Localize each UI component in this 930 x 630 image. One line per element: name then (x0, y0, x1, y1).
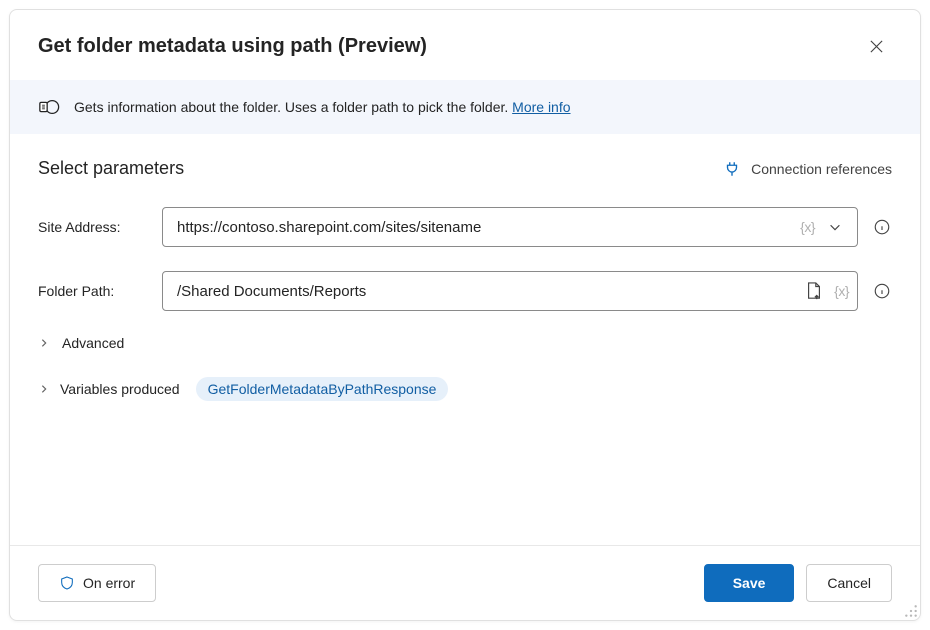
info-banner: Gets information about the folder. Uses … (10, 80, 920, 134)
on-error-button[interactable]: On error (38, 564, 156, 602)
folder-path-input[interactable] (175, 282, 794, 301)
variable-token-hint[interactable]: {x} (800, 219, 815, 235)
dialog-title: Get folder metadata using path (Preview) (38, 35, 427, 58)
info-icon (873, 218, 891, 236)
variables-produced-toggle[interactable]: Variables produced GetFolderMetadataByPa… (38, 377, 892, 401)
save-button[interactable]: Save (704, 564, 795, 602)
section-title: Select parameters (38, 158, 184, 179)
connector-icon (38, 96, 60, 118)
site-address-row: Site Address: {x} (38, 207, 892, 247)
cancel-button[interactable]: Cancel (806, 564, 892, 602)
chevron-right-icon (38, 337, 50, 349)
folder-path-label: Folder Path: (38, 283, 148, 299)
dialog-header: Get folder metadata using path (Preview) (10, 10, 920, 80)
file-browse-icon (805, 281, 823, 301)
folder-picker-button[interactable] (800, 277, 828, 305)
section-header-row: Select parameters Connection references (38, 158, 892, 179)
footer-actions: Save Cancel (704, 564, 892, 602)
site-address-info[interactable] (872, 217, 892, 237)
chevron-down-icon (828, 220, 842, 234)
close-button[interactable] (860, 30, 892, 62)
info-icon (873, 282, 891, 300)
variable-token-hint[interactable]: {x} (834, 283, 849, 299)
chevron-right-icon (38, 383, 50, 395)
site-address-input[interactable] (175, 218, 794, 237)
plug-icon (723, 160, 741, 178)
site-address-field: {x} (162, 207, 858, 247)
variable-chip[interactable]: GetFolderMetadataByPathResponse (196, 377, 449, 401)
banner-text: Gets information about the folder. Uses … (74, 99, 571, 115)
close-icon (869, 39, 884, 54)
connection-references-button[interactable]: Connection references (723, 160, 892, 178)
action-config-dialog: Get folder metadata using path (Preview)… (9, 9, 921, 621)
site-address-dropdown[interactable] (821, 213, 849, 241)
folder-path-field: {x} (162, 271, 858, 311)
advanced-toggle[interactable]: Advanced (38, 335, 892, 351)
dialog-body: Select parameters Connection references … (10, 134, 920, 545)
resize-grip-icon[interactable] (904, 604, 918, 618)
dialog-footer: On error Save Cancel (10, 545, 920, 620)
shield-icon (59, 575, 75, 591)
folder-path-row: Folder Path: {x} (38, 271, 892, 311)
more-info-link[interactable]: More info (512, 99, 570, 115)
site-address-label: Site Address: (38, 219, 148, 235)
folder-path-info[interactable] (872, 281, 892, 301)
